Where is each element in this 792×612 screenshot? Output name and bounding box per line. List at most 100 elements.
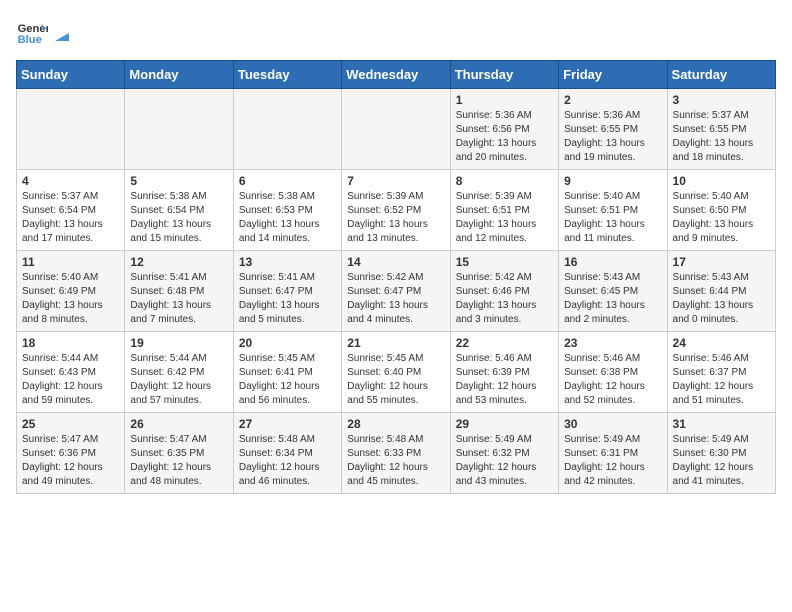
day-info: Sunrise: 5:41 AM Sunset: 6:48 PM Dayligh… — [130, 271, 227, 327]
day-info: Sunrise: 5:44 AM Sunset: 6:42 PM Dayligh… — [130, 352, 227, 408]
day-number: 9 — [564, 174, 661, 188]
calendar-cell: 19 Sunrise: 5:44 AM Sunset: 6:42 PM Dayli… — [125, 332, 233, 413]
day-number: 8 — [456, 174, 553, 188]
day-info: Sunrise: 5:38 AM Sunset: 6:53 PM Dayligh… — [239, 190, 336, 246]
day-info: Sunrise: 5:36 AM Sunset: 6:55 PM Dayligh… — [564, 109, 661, 165]
day-info: Sunrise: 5:42 AM Sunset: 6:46 PM Dayligh… — [456, 271, 553, 327]
day-info: Sunrise: 5:49 AM Sunset: 6:30 PM Dayligh… — [673, 433, 770, 489]
page-header: General Blue — [16, 16, 776, 48]
day-info: Sunrise: 5:42 AM Sunset: 6:47 PM Dayligh… — [347, 271, 444, 327]
logo: General Blue — [16, 16, 72, 48]
calendar-cell: 12 Sunrise: 5:41 AM Sunset: 6:48 PM Dayli… — [125, 251, 233, 332]
day-number: 18 — [22, 336, 119, 350]
calendar-cell: 26 Sunrise: 5:47 AM Sunset: 6:35 PM Dayli… — [125, 413, 233, 494]
day-number: 30 — [564, 417, 661, 431]
calendar-cell: 23 Sunrise: 5:46 AM Sunset: 6:38 PM Dayli… — [559, 332, 667, 413]
calendar-cell: 6 Sunrise: 5:38 AM Sunset: 6:53 PM Daylig… — [233, 170, 341, 251]
day-header-wednesday: Wednesday — [342, 61, 450, 89]
day-info: Sunrise: 5:46 AM Sunset: 6:37 PM Dayligh… — [673, 352, 770, 408]
logo-icon: General Blue — [16, 16, 48, 48]
calendar-cell: 31 Sunrise: 5:49 AM Sunset: 6:30 PM Dayli… — [667, 413, 775, 494]
day-info: Sunrise: 5:46 AM Sunset: 6:38 PM Dayligh… — [564, 352, 661, 408]
day-number: 13 — [239, 255, 336, 269]
day-info: Sunrise: 5:49 AM Sunset: 6:32 PM Dayligh… — [456, 433, 553, 489]
day-header-monday: Monday — [125, 61, 233, 89]
day-header-sunday: Sunday — [17, 61, 125, 89]
calendar-cell — [342, 89, 450, 170]
day-number: 15 — [456, 255, 553, 269]
calendar-cell: 30 Sunrise: 5:49 AM Sunset: 6:31 PM Dayli… — [559, 413, 667, 494]
day-info: Sunrise: 5:48 AM Sunset: 6:34 PM Dayligh… — [239, 433, 336, 489]
calendar-cell: 17Sunrise: 5:43 AM Sunset: 6:44 PM Dayli… — [667, 251, 775, 332]
day-info: Sunrise: 5:37 AM Sunset: 6:55 PM Dayligh… — [673, 109, 770, 165]
calendar-cell: 8Sunrise: 5:39 AM Sunset: 6:51 PM Daylig… — [450, 170, 558, 251]
day-number: 10 — [673, 174, 770, 188]
week-row-1: 1 Sunrise: 5:36 AM Sunset: 6:56 PM Daylig… — [17, 89, 776, 170]
week-row-5: 25Sunrise: 5:47 AM Sunset: 6:36 PM Dayli… — [17, 413, 776, 494]
day-header-friday: Friday — [559, 61, 667, 89]
day-info: Sunrise: 5:39 AM Sunset: 6:52 PM Dayligh… — [347, 190, 444, 246]
calendar-cell: 11 Sunrise: 5:40 AM Sunset: 6:49 PM Dayli… — [17, 251, 125, 332]
calendar-cell: 5Sunrise: 5:38 AM Sunset: 6:54 PM Daylig… — [125, 170, 233, 251]
day-number: 24 — [673, 336, 770, 350]
day-info: Sunrise: 5:37 AM Sunset: 6:54 PM Dayligh… — [22, 190, 119, 246]
calendar-cell: 4 Sunrise: 5:37 AM Sunset: 6:54 PM Daylig… — [17, 170, 125, 251]
day-number: 14 — [347, 255, 444, 269]
day-number: 19 — [130, 336, 227, 350]
day-number: 11 — [22, 255, 119, 269]
week-row-2: 4 Sunrise: 5:37 AM Sunset: 6:54 PM Daylig… — [17, 170, 776, 251]
calendar-cell: 22 Sunrise: 5:46 AM Sunset: 6:39 PM Dayli… — [450, 332, 558, 413]
calendar-cell: 25Sunrise: 5:47 AM Sunset: 6:36 PM Dayli… — [17, 413, 125, 494]
day-info: Sunrise: 5:40 AM Sunset: 6:50 PM Dayligh… — [673, 190, 770, 246]
day-number: 12 — [130, 255, 227, 269]
week-row-4: 18 Sunrise: 5:44 AM Sunset: 6:43 PM Dayli… — [17, 332, 776, 413]
calendar-header: SundayMondayTuesdayWednesdayThursdayFrid… — [17, 61, 776, 89]
calendar-cell: 13 Sunrise: 5:41 AM Sunset: 6:47 PM Dayli… — [233, 251, 341, 332]
calendar-cell: 20 Sunrise: 5:45 AM Sunset: 6:41 PM Dayli… — [233, 332, 341, 413]
calendar-cell: 9 Sunrise: 5:40 AM Sunset: 6:51 PM Daylig… — [559, 170, 667, 251]
days-of-week-row: SundayMondayTuesdayWednesdayThursdayFrid… — [17, 61, 776, 89]
day-number: 16 — [564, 255, 661, 269]
calendar-cell: 1 Sunrise: 5:36 AM Sunset: 6:56 PM Daylig… — [450, 89, 558, 170]
calendar-cell — [233, 89, 341, 170]
logo-triangle-icon — [53, 25, 71, 43]
day-info: Sunrise: 5:41 AM Sunset: 6:47 PM Dayligh… — [239, 271, 336, 327]
day-info: Sunrise: 5:45 AM Sunset: 6:41 PM Dayligh… — [239, 352, 336, 408]
day-info: Sunrise: 5:49 AM Sunset: 6:31 PM Dayligh… — [564, 433, 661, 489]
day-number: 28 — [347, 417, 444, 431]
calendar-cell: 3 Sunrise: 5:37 AM Sunset: 6:55 PM Daylig… — [667, 89, 775, 170]
calendar-cell: 14 Sunrise: 5:42 AM Sunset: 6:47 PM Dayli… — [342, 251, 450, 332]
day-number: 21 — [347, 336, 444, 350]
day-info: Sunrise: 5:45 AM Sunset: 6:40 PM Dayligh… — [347, 352, 444, 408]
calendar-body: 1 Sunrise: 5:36 AM Sunset: 6:56 PM Daylig… — [17, 89, 776, 494]
calendar-cell: 18 Sunrise: 5:44 AM Sunset: 6:43 PM Dayli… — [17, 332, 125, 413]
day-number: 4 — [22, 174, 119, 188]
calendar-cell: 15 Sunrise: 5:42 AM Sunset: 6:46 PM Dayli… — [450, 251, 558, 332]
calendar-cell: 28Sunrise: 5:48 AM Sunset: 6:33 PM Dayli… — [342, 413, 450, 494]
day-header-saturday: Saturday — [667, 61, 775, 89]
svg-text:General: General — [18, 23, 48, 35]
day-number: 29 — [456, 417, 553, 431]
calendar-cell: 16 Sunrise: 5:43 AM Sunset: 6:45 PM Dayli… — [559, 251, 667, 332]
day-info: Sunrise: 5:40 AM Sunset: 6:49 PM Dayligh… — [22, 271, 119, 327]
day-info: Sunrise: 5:47 AM Sunset: 6:35 PM Dayligh… — [130, 433, 227, 489]
day-number: 20 — [239, 336, 336, 350]
day-info: Sunrise: 5:44 AM Sunset: 6:43 PM Dayligh… — [22, 352, 119, 408]
day-info: Sunrise: 5:46 AM Sunset: 6:39 PM Dayligh… — [456, 352, 553, 408]
calendar-cell: 27Sunrise: 5:48 AM Sunset: 6:34 PM Dayli… — [233, 413, 341, 494]
day-number: 1 — [456, 93, 553, 107]
calendar-cell — [17, 89, 125, 170]
svg-text:Blue: Blue — [18, 34, 42, 46]
day-number: 3 — [673, 93, 770, 107]
day-number: 26 — [130, 417, 227, 431]
calendar-cell: 10 Sunrise: 5:40 AM Sunset: 6:50 PM Dayli… — [667, 170, 775, 251]
day-info: Sunrise: 5:40 AM Sunset: 6:51 PM Dayligh… — [564, 190, 661, 246]
day-number: 6 — [239, 174, 336, 188]
day-number: 7 — [347, 174, 444, 188]
day-info: Sunrise: 5:36 AM Sunset: 6:56 PM Dayligh… — [456, 109, 553, 165]
day-info: Sunrise: 5:43 AM Sunset: 6:45 PM Dayligh… — [564, 271, 661, 327]
day-info: Sunrise: 5:38 AM Sunset: 6:54 PM Dayligh… — [130, 190, 227, 246]
day-number: 31 — [673, 417, 770, 431]
day-number: 23 — [564, 336, 661, 350]
day-number: 22 — [456, 336, 553, 350]
